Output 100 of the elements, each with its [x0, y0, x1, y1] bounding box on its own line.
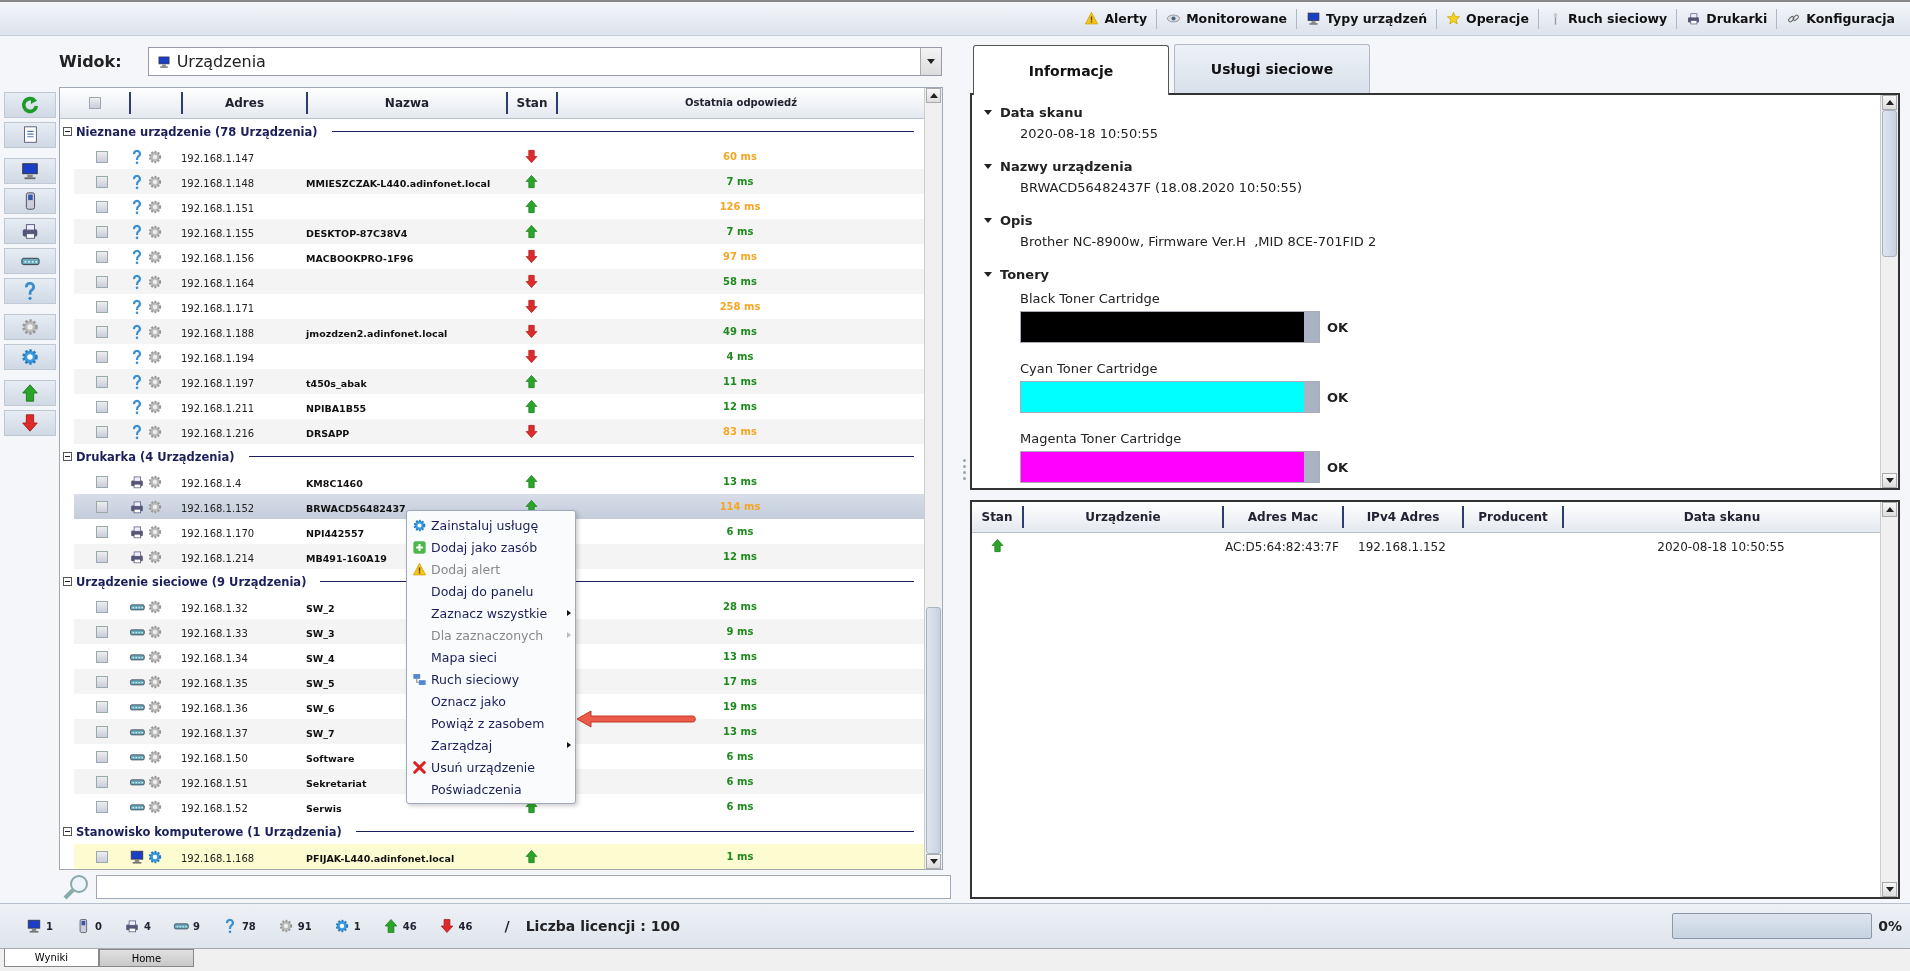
device-name: SW_4 — [306, 653, 335, 664]
nav-item[interactable]: Typy urządzeń — [1296, 8, 1437, 29]
nav-item[interactable]: Operacje — [1436, 8, 1538, 29]
menu-item[interactable]: Usuń urządzenie — [407, 756, 575, 778]
row-checkbox[interactable] — [95, 800, 108, 813]
row-checkbox[interactable] — [95, 175, 108, 188]
response-time: 7 ms — [726, 226, 754, 237]
gear-icon — [147, 598, 163, 615]
row-checkbox[interactable] — [95, 325, 108, 338]
row-checkbox[interactable] — [95, 500, 108, 513]
toolbar-button[interactable] — [4, 158, 56, 184]
column-header[interactable]: Stan — [506, 92, 556, 114]
monitor-icon — [1306, 11, 1322, 26]
section-title: Opis — [1000, 212, 1033, 228]
row-checkbox[interactable] — [95, 850, 108, 863]
row-checkbox[interactable] — [95, 750, 108, 763]
gear-icon — [147, 698, 163, 715]
nav-item[interactable]: Ruch sieciowy — [1537, 8, 1677, 29]
search-icon[interactable] — [62, 872, 90, 901]
toolbar-button[interactable] — [4, 122, 56, 148]
scrollbar[interactable] — [1880, 95, 1898, 488]
nav-item[interactable]: Monitorowane — [1156, 8, 1297, 29]
row-checkbox[interactable] — [95, 775, 108, 788]
menu-item[interactable]: Oznacz jako — [407, 690, 575, 712]
tab[interactable]: Usługi sieciowe — [1174, 44, 1370, 93]
menu-item[interactable]: Zaznacz wszystkie — [407, 602, 575, 624]
search-field[interactable] — [96, 874, 951, 899]
menu-item[interactable]: Dodaj do panelu — [407, 580, 575, 602]
gear-icon — [147, 373, 163, 390]
tab[interactable]: Informacje — [973, 45, 1169, 95]
toolbar-button[interactable] — [4, 344, 56, 370]
row-checkbox[interactable] — [95, 400, 108, 413]
device-name: MB491-160A19 — [306, 553, 387, 564]
menu-item[interactable]: Powiąż z zasobem — [407, 712, 575, 734]
column-header[interactable]: Adres Mac — [1222, 506, 1342, 528]
device-name: NPI442557 — [306, 528, 365, 539]
ip-address: 192.168.1.155 — [181, 228, 255, 239]
caret-icon[interactable] — [984, 163, 992, 169]
column-header[interactable]: IPv4 Adres — [1342, 506, 1462, 528]
menu-item[interactable]: Dodaj jako zasób — [407, 536, 575, 558]
bottom-tab[interactable]: Home — [99, 949, 194, 967]
row-checkbox[interactable] — [95, 350, 108, 363]
section-title: Nazwy urządzenia — [1000, 158, 1133, 174]
collapse-toggle[interactable] — [63, 827, 72, 836]
row-checkbox[interactable] — [95, 300, 108, 313]
select-all-checkbox[interactable] — [88, 97, 101, 109]
row-checkbox[interactable] — [95, 675, 108, 688]
gear-icon — [147, 723, 163, 740]
table-cell: AC:D5:64:82:43:7F — [1225, 540, 1339, 554]
row-checkbox[interactable] — [95, 600, 108, 613]
collapse-toggle[interactable] — [63, 577, 72, 586]
row-checkbox[interactable] — [95, 425, 108, 438]
column-header[interactable]: Stan — [972, 506, 1022, 528]
down-arrow-icon — [20, 413, 40, 433]
caret-icon[interactable] — [984, 271, 992, 277]
scrollbar[interactable] — [1880, 502, 1898, 897]
row-checkbox[interactable] — [95, 275, 108, 288]
caret-icon[interactable] — [984, 109, 992, 115]
row-checkbox[interactable] — [95, 650, 108, 663]
device-name: PFIJAK-L440.adinfonet.local — [306, 853, 455, 864]
nav-item[interactable]: Konfiguracja — [1776, 8, 1904, 29]
column-header[interactable]: Producent — [1462, 506, 1562, 528]
toolbar-button[interactable] — [4, 380, 56, 406]
row-checkbox[interactable] — [95, 700, 108, 713]
column-header[interactable]: Adres — [181, 92, 306, 114]
menu-item[interactable]: Mapa sieci — [407, 646, 575, 668]
menu-item[interactable]: Poświadczenia — [407, 778, 575, 800]
response-time: 114 ms — [719, 501, 761, 512]
row-checkbox[interactable] — [95, 725, 108, 738]
toolbar-button[interactable] — [4, 410, 56, 436]
row-checkbox[interactable] — [95, 625, 108, 638]
menu-item[interactable]: Zainstaluj usługę — [407, 514, 575, 536]
warning-icon — [1084, 11, 1100, 26]
monitor-icon — [26, 918, 42, 934]
column-header[interactable]: Nazwa — [306, 92, 506, 114]
menu-item[interactable]: Zarządzaj — [407, 734, 575, 756]
collapse-toggle[interactable] — [63, 452, 72, 461]
row-checkbox[interactable] — [95, 525, 108, 538]
scrollbar[interactable] — [924, 88, 942, 869]
toolbar-button[interactable] — [4, 218, 56, 244]
row-checkbox[interactable] — [95, 250, 108, 263]
row-checkbox[interactable] — [95, 150, 108, 163]
caret-icon[interactable] — [984, 217, 992, 223]
row-checkbox[interactable] — [95, 375, 108, 388]
nav-item[interactable]: Alerty — [1075, 8, 1157, 29]
toolbar-button[interactable] — [4, 188, 56, 214]
view-dropdown[interactable]: Urządzenia — [147, 47, 942, 76]
group-title: Drukarka (4 Urządzenia) — [76, 449, 235, 464]
row-checkbox[interactable] — [95, 475, 108, 488]
column-header[interactable]: Urządzenie — [1022, 506, 1222, 528]
nav-item[interactable]: Drukarki — [1676, 8, 1777, 29]
row-checkbox[interactable] — [95, 550, 108, 563]
row-checkbox[interactable] — [95, 200, 108, 213]
bottom-tab[interactable]: Wyniki — [4, 949, 99, 967]
response-time: 13 ms — [723, 651, 757, 662]
collapse-toggle[interactable] — [63, 127, 72, 136]
menu-item[interactable]: Ruch sieciowy — [407, 668, 575, 690]
toolbar-button[interactable] — [4, 248, 56, 274]
ip-address: 192.168.1.188 — [181, 328, 255, 339]
row-checkbox[interactable] — [95, 225, 108, 238]
